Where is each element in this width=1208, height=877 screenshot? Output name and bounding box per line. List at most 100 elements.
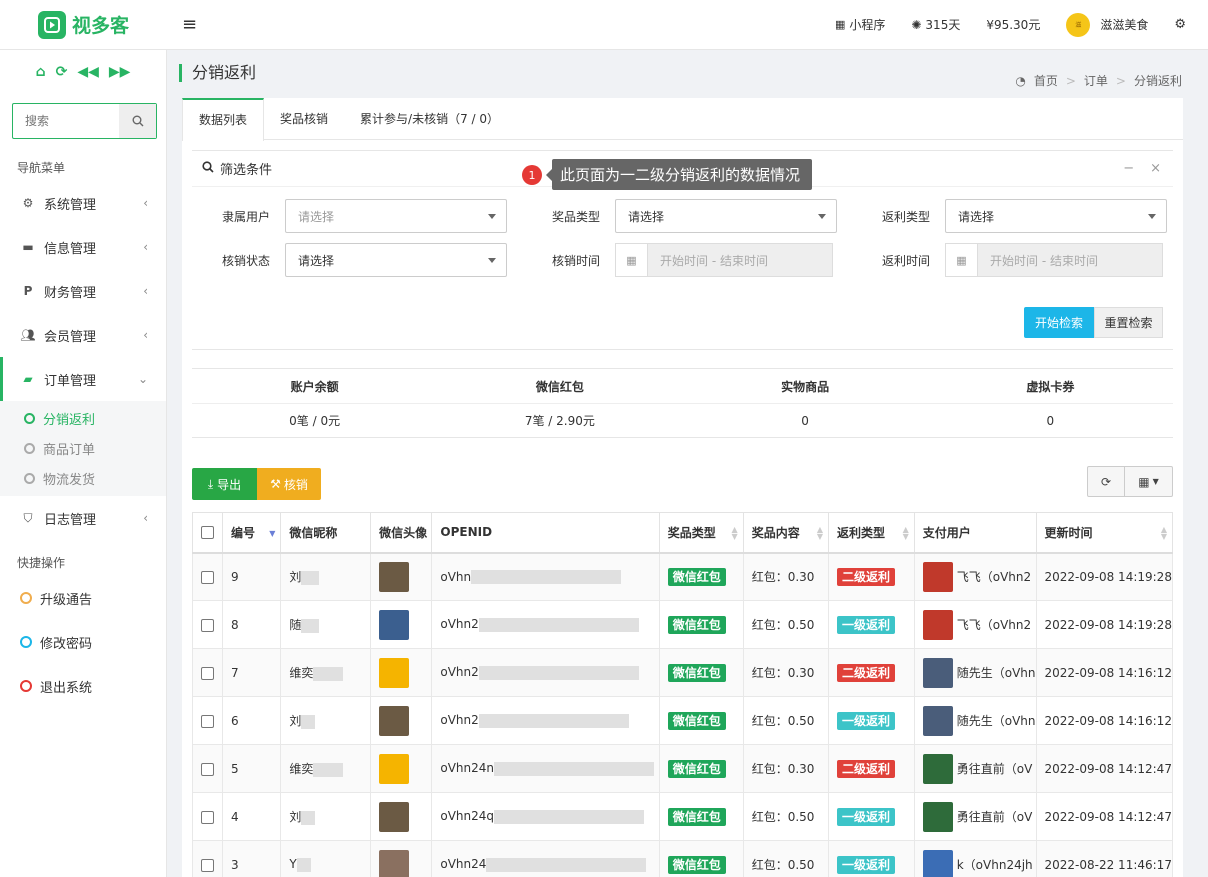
tab-cumulative[interactable]: 累计参与/未核销（7 / 0） [344,98,515,139]
owner-select[interactable]: 请选择 [285,199,507,233]
quick-item-notice[interactable]: 升级通告 [0,576,166,620]
briefcase-icon: ▬ [22,240,34,254]
sidebar-item-info[interactable]: ▬ 信息管理 ‹ [0,225,166,269]
id-text: 8 [231,617,239,632]
subitem-label: 商品订单 [43,442,96,458]
sidebar-item-logs[interactable]: ⛉ 日志管理 ‹ [0,496,166,540]
table-row[interactable]: 7 维奕 oVhn2 微信红包 红包：0.30 二级返利 随先生（oVhn 2022-09-0… [192,648,1173,697]
circle-icon [24,412,35,424]
row-select-cell [192,696,223,745]
prize-type-badge: 微信红包 [667,615,726,634]
row-checkbox[interactable] [201,666,214,680]
row-checkbox[interactable] [201,762,214,776]
refresh-icon[interactable]: ⟳ [1087,466,1125,497]
rebate-type-select[interactable]: 请选择 [945,199,1167,233]
subitem-label: 分销返利 [43,412,96,428]
subitem-label: 物流发货 [43,472,96,488]
cell-openid: oVhn24 [431,840,660,877]
col-label: OPENID [440,525,493,540]
verify-time-range[interactable]: ▦ 开始时间 - 结束时间 [615,243,833,277]
col-id[interactable]: 编号 ▼ [221,512,282,554]
breadcrumb: ◔ 首页 > 订单 > 分销返利 [1015,72,1182,89]
tab-data-list[interactable]: 数据列表 [182,98,265,141]
export-button[interactable]: ⤓ 导出 [192,468,257,500]
download-icon: ⤓ [207,476,214,491]
sidebar-item-members[interactable]: 👥︎ 会员管理 ‹ [0,313,166,357]
user-menu[interactable]: 滋 滋滋美食 [1066,12,1148,37]
cell-id: 8 [221,600,282,649]
settings-gear-icon[interactable]: ⚙ [1174,17,1186,32]
sidebar-subitem-shipping[interactable]: 物流发货 [0,463,166,493]
start-search-button[interactable]: 开始检索 [1024,307,1094,338]
cell-nickname: Y [280,840,372,877]
col-label: 微信昵称 [289,525,338,540]
select-all-checkbox[interactable] [201,526,214,540]
row-select-cell [192,792,223,841]
row-checkbox[interactable] [201,858,214,872]
redacted-mask [478,665,639,680]
reset-search-button[interactable]: 重置检索 [1094,307,1163,338]
rebate-time-range[interactable]: ▦ 开始时间 - 结束时间 [945,243,1163,277]
cell-update-time: 2022-09-08 14:12:47 [1035,792,1173,841]
avatar [922,705,953,736]
verify-status-select[interactable]: 请选择 [285,243,507,277]
sidebar-item-label: 日志管理 [44,512,97,528]
breadcrumb-orders[interactable]: 订单 [1084,72,1108,89]
table-row[interactable]: 5 维奕 oVhn24n 微信红包 红包：0.30 二级返利 勇往直前（oV 2022-09-… [192,744,1173,793]
row-checkbox[interactable] [201,810,214,824]
table-row[interactable]: 4 刘 oVhn24q 微信红包 红包：0.50 一级返利 勇往直前（oV 2022-09-0… [192,792,1173,841]
stats-header: 微信红包 [535,379,584,394]
table-row[interactable]: 6 刘 oVhn2 微信红包 红包：0.50 一级返利 随先生（oVhn 2022-09-08… [192,696,1173,745]
sidebar-item-orders[interactable]: ▰ 订单管理 ⌄ [0,357,166,401]
quick-item-password[interactable]: 修改密码 [0,620,166,664]
redacted-mask [494,809,645,824]
table-row[interactable]: 8 随 oVhn2 微信红包 红包：0.50 一级返利 飞飞（oVhn2 2022-09-08… [192,600,1173,649]
rebate-type-badge: 一级返利 [837,807,896,826]
cell-nickname: 维奕 [280,648,372,697]
stats-value: 0笔 / 0元 [289,414,341,428]
cell-nickname: 刘 [280,792,372,841]
tab-prize-verify[interactable]: 奖品核销 [264,98,344,139]
minimize-icon[interactable]: − [1123,161,1134,176]
prize-type-select[interactable]: 请选择 [615,199,837,233]
shield-icon: ⛉ [23,510,33,525]
sidebar-item-finance[interactable]: P 财务管理 ‹ [0,269,166,313]
forward-icon[interactable]: ▶▶ [109,64,131,80]
select-value: 请选择 [298,209,335,224]
col-rebate-type[interactable]: 返利类型 ▲ ▼ [828,512,915,554]
home-icon[interactable]: ⌂ [36,64,46,80]
close-icon[interactable]: × [1150,161,1161,176]
sidebar-search [12,103,157,139]
row-checkbox[interactable] [201,570,214,584]
row-checkbox[interactable] [201,618,214,632]
columns-toggle[interactable]: ▦ ▼ [1125,466,1173,497]
col-prize-content[interactable]: 奖品内容 ▲ ▼ [742,512,830,554]
search-input[interactable] [13,104,119,138]
content-panel: 数据列表 奖品核销 累计参与/未核销（7 / 0） 筛选条件 − × 1 此页面… [182,98,1183,877]
verify-button[interactable]: ⚒ 核销 [257,468,321,500]
payer-text: 勇往直前（oV [956,762,1033,776]
app-logo[interactable]: 视多客 [0,10,167,39]
quick-item-logout[interactable]: 退出系统 [0,664,166,708]
search-icon[interactable] [119,104,156,138]
cell-payer: 随先生（oVhn [913,648,1037,697]
sidebar-subitem-goods-orders[interactable]: 商品订单 [0,433,166,463]
sidebar-subitem-rebate[interactable]: 分销返利 [0,403,166,433]
payer-text: 随先生（oVhn [956,714,1036,728]
sidebar-item-system[interactable]: ⚙ 系统管理 ‹ [0,181,166,225]
menu-toggle-icon[interactable]: ≡ [182,14,197,35]
table-toolbar-left: ⤓ 导出 ⚒ 核销 [192,468,321,500]
sidebar-quick-icons: ⌂ ⟳ ◀◀ ▶▶ [0,50,166,80]
row-checkbox[interactable] [201,714,214,728]
table-row[interactable]: 3 YoVhn24 微信红包 红包：0.50 一级返利 k（oVhn24jh 2022-08… [192,840,1173,877]
refresh-icon[interactable]: ⟳ [56,64,68,80]
table-row[interactable]: 9 刘 oVhn 微信红包 红包：0.30 二级返利 飞飞（oVhn2 2022-09-08 … [192,552,1173,601]
backward-icon[interactable]: ◀◀ [77,64,99,80]
miniprogram-link[interactable]: ▦ 小程序 [835,16,885,33]
sort-icon: ▲ ▼ [816,525,824,541]
col-prize-type[interactable]: 奖品类型 ▲ ▼ [658,512,744,554]
cell-id: 7 [221,648,282,697]
days-remaining: ✺ 315天 [911,16,960,33]
breadcrumb-home[interactable]: 首页 [1034,72,1058,89]
col-update-time[interactable]: 更新时间 ▲ ▼ [1035,512,1173,554]
